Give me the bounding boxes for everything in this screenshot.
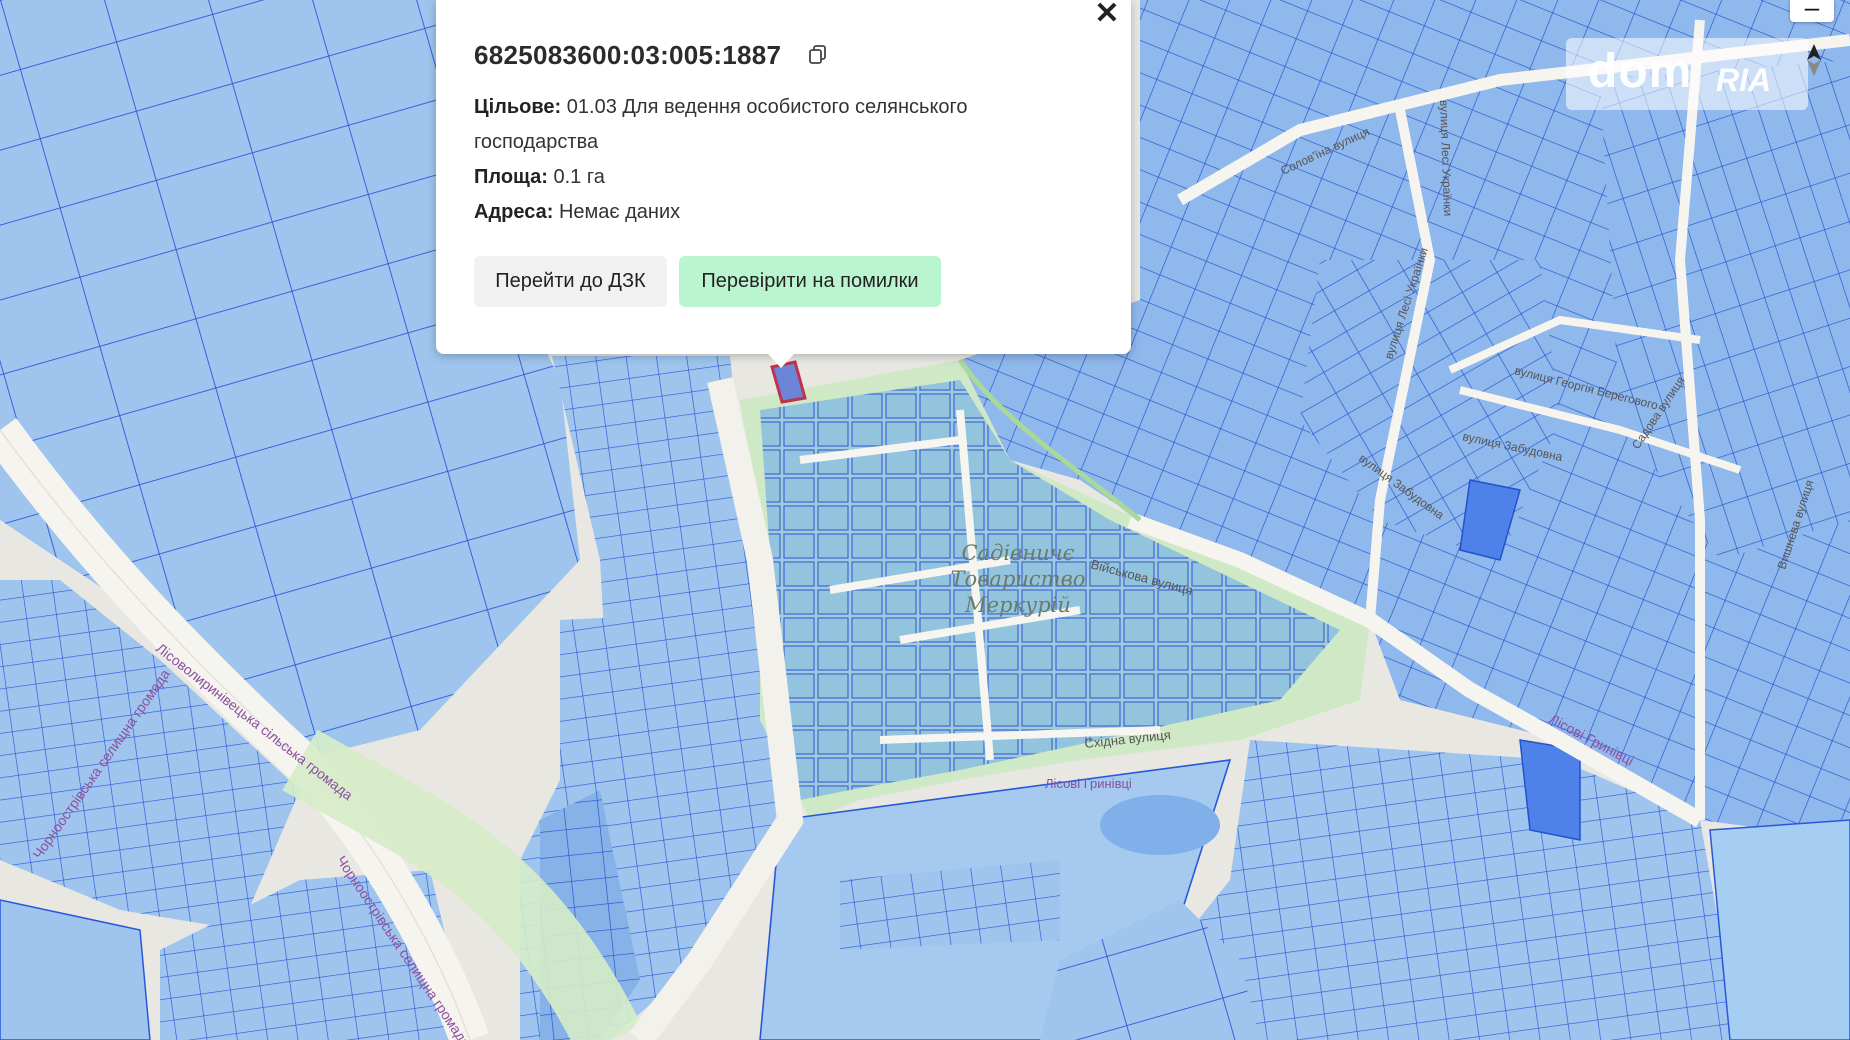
dom-ria-watermark: dom RIA <box>1566 38 1808 110</box>
check-errors-button[interactable]: Перевірити на помилки <box>679 256 941 307</box>
area-row: Площа: 0.1 га <box>474 160 605 194</box>
purpose-value: 01.03 Для ведення особистого селянського <box>566 96 968 118</box>
address-row: Адреса: Немає даних <box>474 195 680 229</box>
popup-pointer <box>768 354 794 368</box>
cadastral-number: 6825083600:03:005:1887 <box>474 40 782 70</box>
purpose-row: Цільове: 01.03 Для ведення особистого се… <box>474 90 968 124</box>
address-label: Адреса: <box>474 201 554 223</box>
address-value: Немає даних <box>558 201 681 223</box>
garden-society-label-2: Товариство <box>951 567 1086 591</box>
purpose-value-continued: господарства <box>474 131 599 153</box>
parcel-info-popup: ✕ 6825083600:03:005:1887 Цільове: 01.03 … <box>436 0 1131 354</box>
close-icon[interactable]: ✕ <box>1090 0 1124 29</box>
area-label: Площа: <box>474 166 548 188</box>
go-to-dzk-button[interactable]: Перейти до ДЗК <box>474 256 667 307</box>
garden-society-label-3: Меркурій <box>964 593 1071 617</box>
watermark-brand: dom <box>1588 45 1693 98</box>
garden-society-label-1: Садівничє <box>961 541 1074 565</box>
copy-icon[interactable] <box>808 44 828 64</box>
zoom-out-icon[interactable]: – <box>1790 0 1834 22</box>
area-value: 0.1 га <box>553 166 605 188</box>
compass-icon[interactable] <box>1796 40 1832 80</box>
street-label-lisovi-hrynivtsi: Лісові Гринівці <box>1045 776 1132 791</box>
purpose-label: Цільове: <box>474 96 562 118</box>
watermark-brand-ria: RIA <box>1716 62 1772 98</box>
